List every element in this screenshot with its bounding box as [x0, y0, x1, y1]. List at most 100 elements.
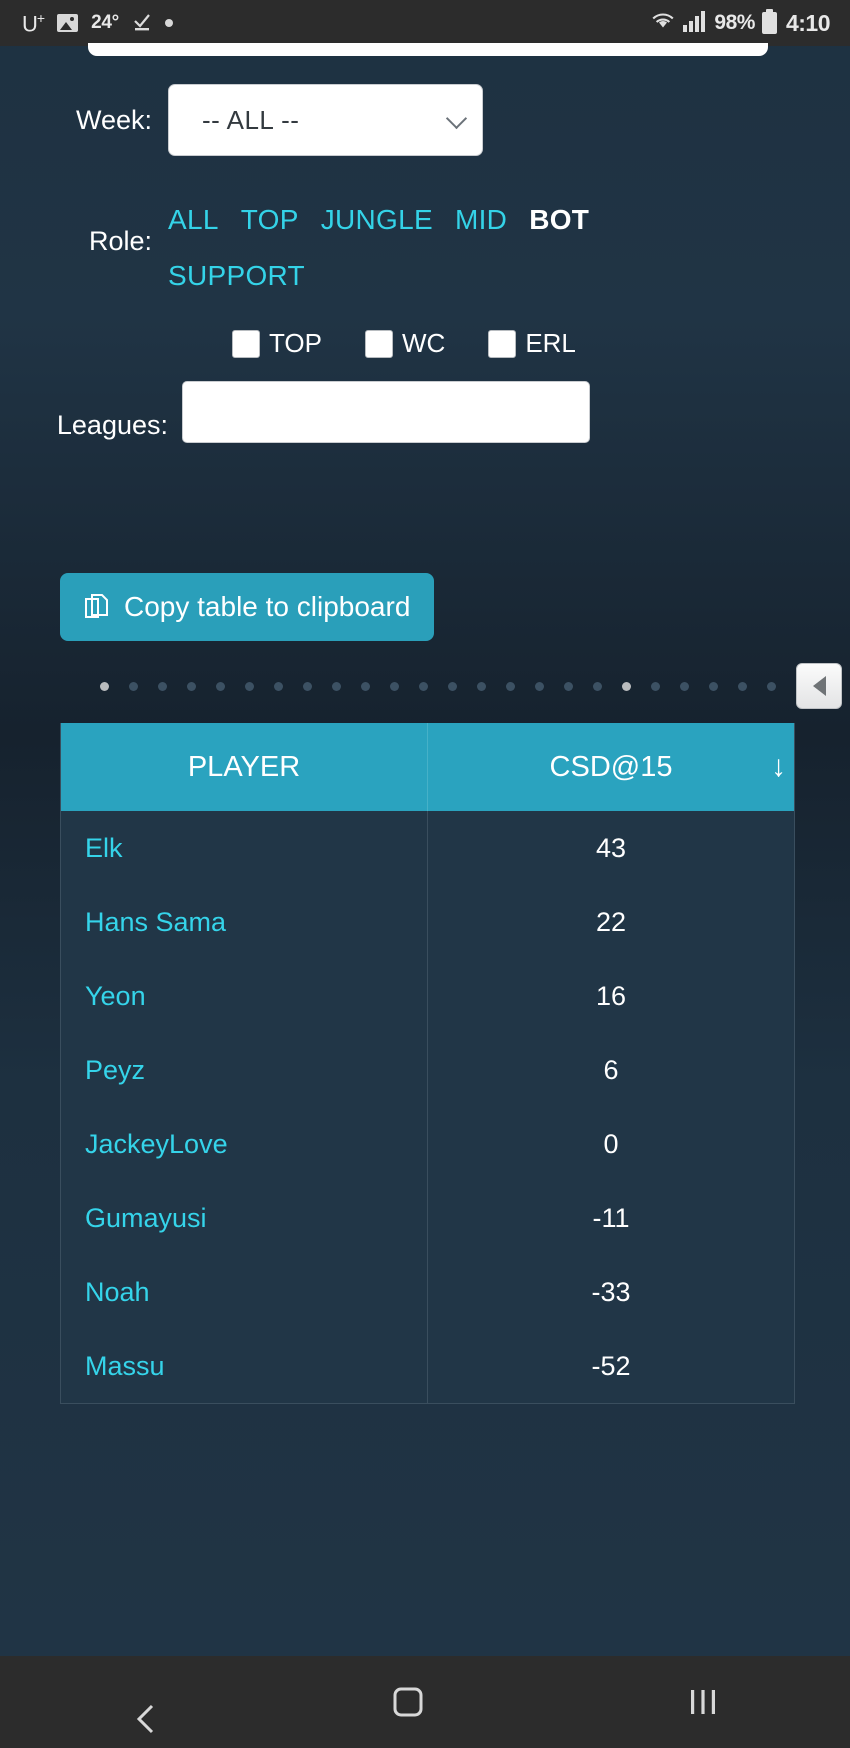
phone-screen: U+ 24° 98% 4:10 Week: -- ALL -- Role: AL… [0, 0, 850, 1748]
battery-percent: 98% [714, 11, 755, 34]
role-filter-row: Role: ALL TOP JUNGLE MID BOT SUPPORT [0, 156, 850, 304]
pager-dot[interactable] [245, 681, 254, 691]
cell-player-name[interactable]: Noah [61, 1255, 428, 1329]
cell-player-name[interactable]: Hans Sama [61, 885, 428, 959]
week-select[interactable]: -- ALL -- [168, 84, 483, 156]
pager-dot[interactable] [506, 681, 515, 691]
copy-table-button[interactable]: Copy table to clipboard [60, 573, 435, 641]
cell-player-name[interactable]: Massu [61, 1329, 428, 1403]
leagues-filter-row: Leagues: TOP WC ERL [0, 304, 850, 443]
cell-player-name[interactable]: JackeyLove [61, 1107, 428, 1181]
pager-dot[interactable] [332, 681, 341, 691]
pager-dot[interactable] [535, 681, 544, 691]
url-bar-pill[interactable] [88, 43, 768, 56]
league-checkbox-group: TOP WC ERL [182, 328, 652, 359]
cell-player-name[interactable]: Peyz [61, 1033, 428, 1107]
cell-csd15-value: -33 [427, 1255, 794, 1329]
pager-dot[interactable] [129, 681, 138, 691]
dot-icon [164, 18, 173, 27]
checkbox-item-erl[interactable]: ERL [488, 328, 576, 359]
table-row: JackeyLove 0 [61, 1107, 794, 1181]
cell-csd15-value: 43 [427, 811, 794, 885]
pager-dot[interactable] [448, 681, 457, 691]
stats-table-wrap: PLAYER CSD@15 ↓ Elk 43 Hans Sama 22 Yeon 16 Pe… [60, 723, 795, 1404]
status-bar: U+ 24° 98% 4:10 [0, 0, 850, 46]
role-link-top[interactable]: TOP [241, 192, 299, 248]
checkbox-label-wc: WC [401, 328, 446, 358]
pager-dot[interactable] [419, 681, 428, 691]
pager-dot[interactable] [303, 681, 312, 691]
column-header-player[interactable]: PLAYER [61, 723, 428, 811]
checkbox-item-top[interactable]: TOP [232, 328, 322, 359]
cell-csd15-value: 22 [427, 885, 794, 959]
copy-button-wrap: Copy table to clipboard [0, 443, 850, 641]
table-row: Noah -33 [61, 1255, 794, 1329]
cell-csd15-value: 16 [427, 959, 794, 1033]
stats-table-body: Elk 43 Hans Sama 22 Yeon 16 Peyz 6 JackeyLove 0 Gu… [61, 811, 794, 1403]
pager-dot[interactable] [651, 681, 660, 691]
android-nav-bar [0, 1656, 850, 1748]
copy-icon [84, 593, 110, 621]
leagues-label: Leagues: [56, 410, 168, 440]
table-row: Yeon 16 [61, 959, 794, 1033]
role-link-mid[interactable]: MID [455, 192, 507, 248]
role-link-support[interactable]: SUPPORT [168, 248, 305, 304]
sort-descending-icon: ↓ [771, 750, 786, 783]
column-header-csd15[interactable]: CSD@15 ↓ [427, 723, 794, 811]
temperature-indicator: 24° [91, 11, 119, 33]
status-bar-right: 98% 4:10 [650, 9, 831, 37]
pager-dot[interactable] [390, 681, 399, 691]
cell-player-name[interactable]: Elk [61, 811, 428, 885]
checkbox-erl[interactable] [488, 329, 517, 358]
role-link-all[interactable]: ALL [168, 192, 219, 248]
browser-url-bar[interactable] [0, 43, 850, 60]
clock: 4:10 [785, 9, 831, 36]
pager-dot[interactable] [216, 681, 225, 691]
pager-dot[interactable] [564, 681, 573, 691]
pager-dot[interactable] [767, 681, 776, 691]
pager-dot[interactable] [738, 681, 747, 691]
pager-dot[interactable] [187, 681, 196, 691]
table-header-row: PLAYER CSD@15 ↓ [61, 723, 794, 811]
cell-csd15-value: 6 [427, 1033, 794, 1107]
status-bar-left: U+ 24° [22, 11, 173, 35]
pager-buttons [796, 663, 850, 709]
checkbox-label-erl: ERL [525, 328, 576, 358]
cell-player-name[interactable]: Yeon [61, 959, 428, 1033]
pager-dot[interactable] [158, 681, 167, 691]
battery-icon [761, 9, 777, 34]
cell-player-name[interactable]: Gumayusi [61, 1181, 428, 1255]
role-links: ALL TOP JUNGLE MID BOT SUPPORT [168, 184, 638, 304]
stats-table: PLAYER CSD@15 ↓ Elk 43 Hans Sama 22 Yeon 16 Pe… [61, 723, 794, 1403]
checkbox-item-wc[interactable]: WC [364, 328, 446, 359]
home-icon[interactable] [391, 1685, 425, 1719]
week-filter-row: Week: -- ALL -- [0, 78, 850, 156]
cell-csd15-value: -52 [427, 1329, 794, 1403]
pager-dots [100, 681, 796, 691]
role-link-bot[interactable]: BOT [529, 192, 589, 248]
pager-dot[interactable] [100, 681, 109, 691]
pager-dot[interactable] [477, 681, 486, 691]
table-row: Massu -52 [61, 1329, 794, 1403]
recents-icon[interactable] [686, 1685, 720, 1719]
pager-dot[interactable] [680, 681, 689, 691]
leagues-input[interactable] [182, 381, 590, 443]
pager-dot[interactable] [361, 681, 370, 691]
table-row: Gumayusi -11 [61, 1181, 794, 1255]
pager-dot[interactable] [274, 681, 283, 691]
pager-prev-button[interactable] [796, 663, 842, 709]
stats-table-head: PLAYER CSD@15 ↓ [61, 723, 794, 811]
checkbox-top[interactable] [232, 329, 260, 358]
image-icon [57, 13, 79, 32]
checkbox-label-top: TOP [269, 328, 322, 358]
pager-dot[interactable] [593, 681, 602, 691]
role-link-jungle[interactable]: JUNGLE [321, 192, 433, 248]
cell-csd15-value: -11 [427, 1181, 794, 1255]
signal-icon [683, 10, 707, 37]
pager-dot[interactable] [709, 681, 718, 691]
table-row: Peyz 6 [61, 1033, 794, 1107]
pager-dot[interactable] [622, 681, 631, 691]
checkbox-wc[interactable] [364, 329, 393, 358]
check-icon [132, 14, 152, 32]
filter-form: Week: -- ALL -- Role: ALL TOP JUNGLE MID… [0, 60, 850, 443]
